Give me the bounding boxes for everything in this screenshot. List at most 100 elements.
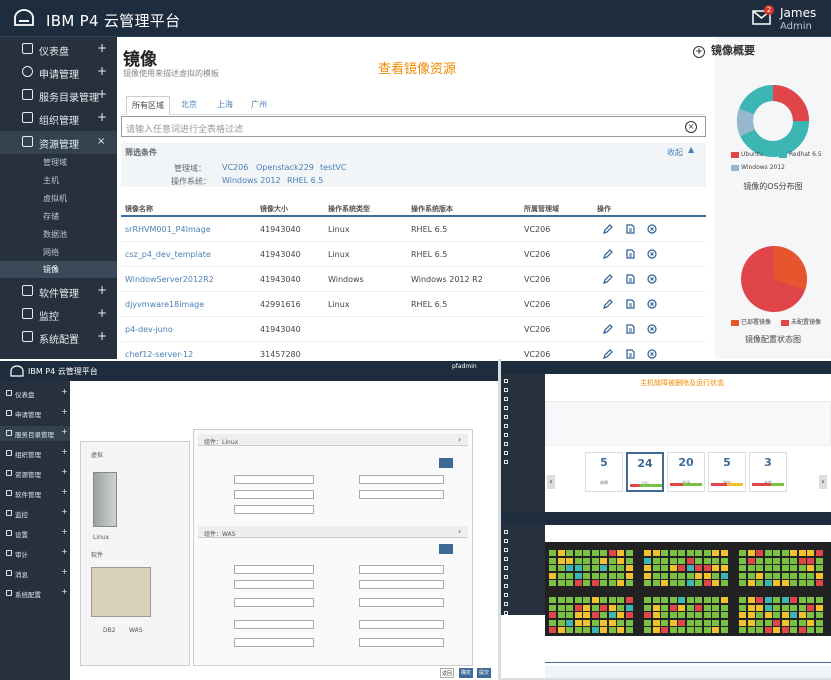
- heatmap-cell[interactable]: [807, 565, 814, 571]
- heatmap-cell[interactable]: [720, 612, 728, 618]
- heatmap-cell[interactable]: [608, 627, 616, 633]
- heatmap-cell[interactable]: [712, 597, 719, 603]
- heatmap-cell[interactable]: [652, 565, 660, 571]
- back-button[interactable]: 返回: [440, 668, 454, 678]
- heatmap-cell[interactable]: [703, 557, 711, 564]
- heatmap-cell[interactable]: [549, 572, 556, 579]
- chevron-up-icon[interactable]: ▲: [688, 145, 694, 154]
- heatmap-cell[interactable]: [574, 619, 582, 626]
- heatmap-cell[interactable]: [644, 572, 651, 579]
- heatmap-cell[interactable]: [781, 572, 789, 579]
- sidebar-item-requests[interactable]: 申请管理 +: [0, 61, 117, 84]
- lower-sidebar-item[interactable]: 系统配置 +: [0, 586, 70, 601]
- heatmap-cell[interactable]: [557, 604, 565, 611]
- heatmap-cell[interactable]: [747, 550, 755, 556]
- heatmap-cell[interactable]: [600, 572, 607, 579]
- heatmap-cell[interactable]: [625, 619, 633, 626]
- heatmap-cell[interactable]: [669, 580, 677, 586]
- heatmap-cell[interactable]: [574, 550, 582, 556]
- document-icon[interactable]: [625, 224, 635, 234]
- lower-sidebar-item[interactable]: 申请管理 +: [0, 406, 70, 421]
- heatmap-cell[interactable]: [549, 619, 556, 626]
- submit-button[interactable]: 提交: [477, 668, 491, 678]
- heatmap-cell[interactable]: [644, 580, 651, 586]
- heatmap-cell[interactable]: [583, 580, 590, 586]
- heatmap-cell[interactable]: [678, 604, 685, 611]
- heatmap-cell[interactable]: [815, 627, 823, 633]
- heatmap-cell[interactable]: [625, 572, 633, 579]
- delete-icon[interactable]: [647, 274, 657, 284]
- chevron-left-icon[interactable]: ‹: [547, 475, 555, 489]
- filter-domain-vc206[interactable]: VC206: [222, 163, 248, 172]
- heatmap-cell[interactable]: [720, 619, 728, 626]
- heatmap-cell[interactable]: [669, 619, 677, 626]
- sidebar-item-dashboard[interactable]: 仪表盘 +: [0, 38, 117, 61]
- heatmap-cell[interactable]: [764, 572, 772, 579]
- heatmap-cell[interactable]: [583, 572, 590, 579]
- heatmap-cell[interactable]: [747, 557, 755, 564]
- mini-sidebar-item[interactable]: [501, 413, 545, 421]
- col-os-type[interactable]: 操作系统类型: [328, 204, 370, 214]
- heatmap-cell[interactable]: [739, 580, 746, 586]
- heatmap-cell[interactable]: [798, 572, 806, 579]
- heatmap-cell[interactable]: [574, 580, 582, 586]
- search-input[interactable]: 请输入任意词进行全表格过滤 ×: [121, 116, 706, 137]
- heatmap-cell[interactable]: [756, 604, 763, 611]
- heatmap-cell[interactable]: [703, 597, 711, 603]
- heatmap-cell[interactable]: [600, 565, 607, 571]
- heatmap-cell[interactable]: [815, 597, 823, 603]
- heatmap-cell[interactable]: [720, 627, 728, 633]
- heatmap-cell[interactable]: [712, 572, 719, 579]
- heatmap-cell[interactable]: [695, 604, 702, 611]
- lower-sidebar-item[interactable]: 消息 +: [0, 566, 70, 581]
- heatmap-cell[interactable]: [686, 557, 694, 564]
- sidebar-item-settings[interactable]: 系统配置 +: [0, 326, 117, 349]
- heatmap-cell[interactable]: [669, 627, 677, 633]
- document-icon[interactable]: [625, 274, 635, 284]
- chevron-right-icon[interactable]: ›: [819, 475, 827, 489]
- heatmap-cell[interactable]: [712, 557, 719, 564]
- heatmap-cell[interactable]: [617, 597, 624, 603]
- heatmap-cell[interactable]: [739, 612, 746, 618]
- heatmap-cell[interactable]: [652, 572, 660, 579]
- heatmap-cell[interactable]: [703, 619, 711, 626]
- user-name[interactable]: James: [780, 6, 816, 20]
- sidebar-sub-image[interactable]: 镜像: [0, 261, 117, 278]
- heatmap-cell[interactable]: [815, 612, 823, 618]
- heatmap-cell[interactable]: [739, 572, 746, 579]
- heatmap-cell[interactable]: [773, 550, 780, 556]
- sidebar-item-resources[interactable]: 资源管理 ×: [0, 131, 117, 154]
- heatmap-cell[interactable]: [703, 604, 711, 611]
- filter-domain-testvc[interactable]: testVC: [320, 163, 346, 172]
- heatmap-cell[interactable]: [661, 550, 668, 556]
- delete-icon[interactable]: [647, 249, 657, 259]
- mini-sidebar-item[interactable]: [501, 458, 545, 466]
- heatmap-cell[interactable]: [807, 604, 814, 611]
- mini-sidebar-item[interactable]: [501, 404, 545, 412]
- heatmap-cell[interactable]: [600, 580, 607, 586]
- delete-icon[interactable]: [647, 299, 657, 309]
- heatmap-cell[interactable]: [652, 627, 660, 633]
- delete-icon[interactable]: [647, 224, 657, 234]
- heatmap-cell[interactable]: [566, 619, 573, 626]
- heatmap-cell[interactable]: [798, 565, 806, 571]
- heatmap-cell[interactable]: [600, 612, 607, 618]
- heatmap-cell[interactable]: [773, 572, 780, 579]
- heatmap-cell[interactable]: [549, 612, 556, 618]
- heatmap-cell[interactable]: [764, 550, 772, 556]
- clear-icon[interactable]: ×: [685, 121, 697, 133]
- heatmap-cell[interactable]: [617, 604, 624, 611]
- heatmap-cell[interactable]: [764, 604, 772, 611]
- mini-sidebar-item[interactable]: [501, 573, 545, 581]
- heatmap-cell[interactable]: [739, 627, 746, 633]
- heatmap-cell[interactable]: [661, 557, 668, 564]
- heatmap-cell[interactable]: [720, 572, 728, 579]
- heatmap-cell[interactable]: [574, 612, 582, 618]
- heatmap-cell[interactable]: [695, 580, 702, 586]
- document-icon[interactable]: [625, 299, 635, 309]
- heatmap-cell[interactable]: [625, 627, 633, 633]
- lower-sidebar-item[interactable]: 软件管理 +: [0, 486, 70, 501]
- lower-sidebar-item[interactable]: 审计 +: [0, 546, 70, 561]
- status-card-stopped[interactable]: 20关闭: [667, 452, 705, 492]
- heatmap-cell[interactable]: [807, 627, 814, 633]
